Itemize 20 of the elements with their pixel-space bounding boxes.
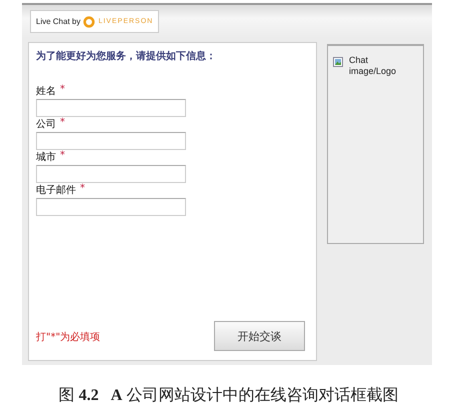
required-mark: * [60, 150, 65, 163]
image-icon [333, 57, 343, 67]
input-field[interactable] [36, 165, 186, 183]
required-mark: * [60, 84, 65, 97]
required-note: 打"*"为必填项 [36, 330, 100, 344]
field-label: 电子邮件 [36, 184, 76, 198]
field-label: 姓名 [36, 85, 56, 99]
form-title: 为了能更好为您服务，请提供如下信息： [36, 50, 217, 63]
field-label: 公司 [36, 118, 56, 132]
required-mark: * [60, 117, 65, 130]
figure-caption: 图 4.2 A 公司网站设计中的在线咨询对话框截图 [58, 386, 400, 406]
ring-icon [83, 16, 96, 28]
logo-text: Live Chat by [36, 17, 80, 26]
input-field[interactable] [36, 99, 186, 117]
field-label: 城市 [36, 150, 56, 165]
required-mark: * [80, 183, 85, 196]
start-chat-button[interactable]: 开始交谈 [214, 321, 305, 351]
input-field[interactable] [36, 198, 186, 216]
input-field[interactable] [36, 132, 186, 150]
image-alt-text: Chat image/Logo [349, 55, 398, 77]
